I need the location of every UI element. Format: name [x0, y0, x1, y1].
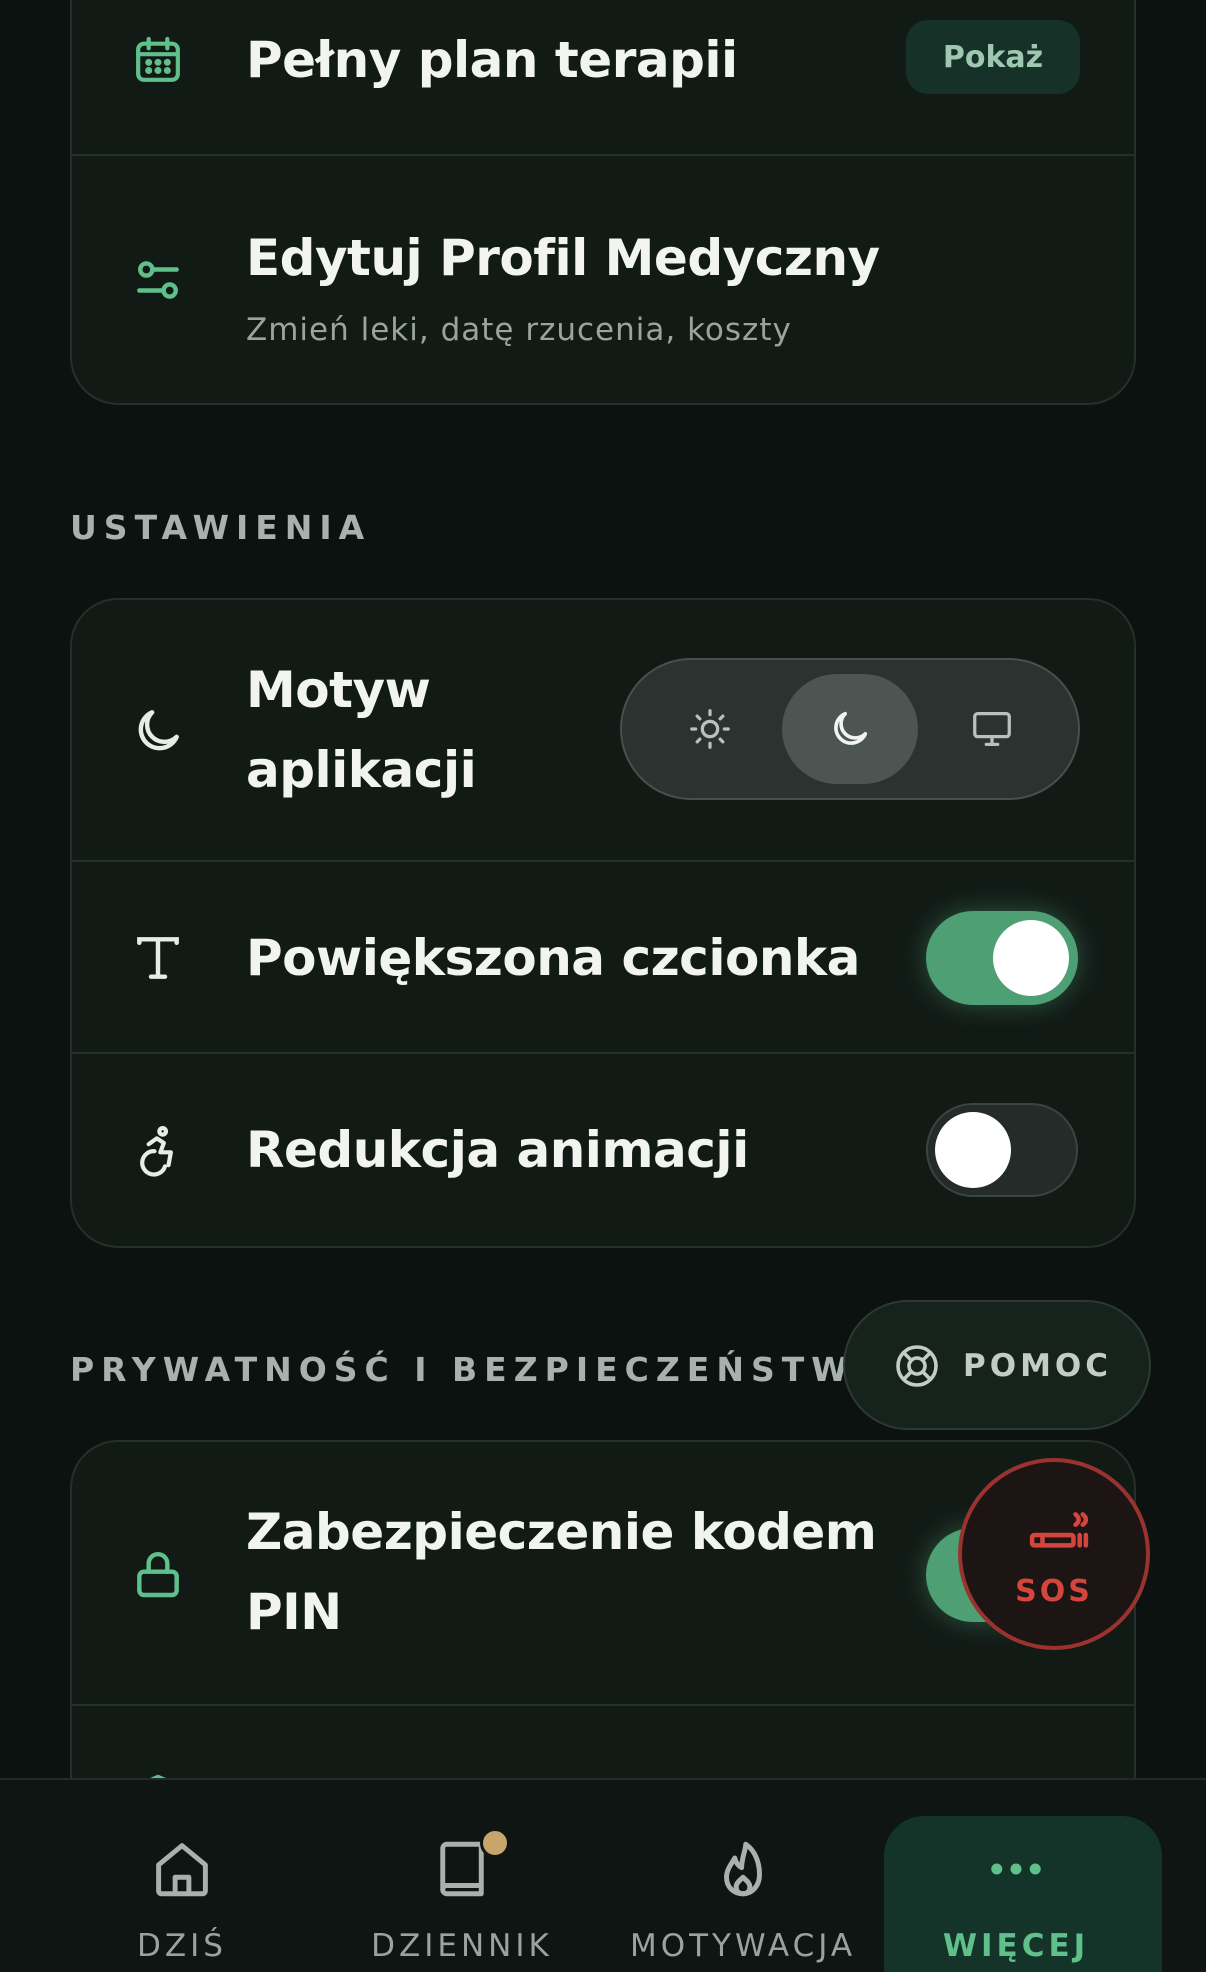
journal-notification-dot [480, 1828, 510, 1858]
reduce-motion-toggle[interactable] [926, 1103, 1078, 1197]
edit-profile-title: Edytuj Profil Medyczny [246, 229, 880, 287]
tab-more-label: WIĘCEJ [942, 1928, 1090, 1964]
tab-journal[interactable]: DZIENNIK [322, 1780, 602, 1972]
settings-card: Motyw aplikacji Powiększona czcionka Red… [70, 598, 1136, 1248]
help-button[interactable]: POMOC [843, 1300, 1151, 1430]
moon-icon [130, 703, 186, 759]
theme-system-option[interactable] [924, 674, 1060, 784]
bottom-nav: DZIŚ DZIENNIK MOTYWACJA WIĘCEJ [0, 1778, 1206, 1972]
tab-motivation-label: MOTYWACJA [629, 1928, 857, 1964]
reduce-motion-row[interactable]: Redukcja animacji [72, 1054, 1134, 1246]
home-icon [156, 1843, 208, 1897]
accessibility-icon [130, 1122, 186, 1178]
large-font-row[interactable]: Powiększona czcionka [72, 862, 1134, 1054]
full-plan-title: Pełny plan terapii [246, 31, 738, 89]
more-dots-icon [991, 1863, 1041, 1875]
large-font-label: Powiększona czcionka [246, 929, 860, 987]
lock-icon [130, 1546, 186, 1602]
text-size-icon [130, 930, 186, 986]
sliders-icon [130, 252, 186, 308]
cigarette-icon [1029, 1512, 1089, 1548]
moon-icon [834, 711, 868, 745]
more-screen: Pełny plan terapii Pokaż Edytuj Profil M… [0, 0, 1206, 1972]
full-plan-row[interactable]: Pełny plan terapii Pokaż [72, 0, 1134, 156]
theme-dark-option[interactable] [782, 674, 918, 784]
large-font-toggle[interactable] [926, 911, 1078, 1005]
therapy-card: Pełny plan terapii Pokaż Edytuj Profil M… [70, 0, 1136, 405]
flame-icon [724, 1841, 762, 1897]
theme-label-line1: Motyw [246, 661, 431, 719]
help-label: POMOC [963, 1348, 1113, 1384]
tab-more[interactable]: WIĘCEJ [876, 1780, 1162, 1972]
settings-section-label: USTAWIENIA [70, 508, 372, 547]
pin-label-line2: PIN [246, 1583, 342, 1641]
sos-button[interactable]: SOS [958, 1458, 1150, 1650]
sos-label: SOS [1015, 1574, 1093, 1609]
edit-profile-row[interactable]: Edytuj Profil Medyczny Zmień leki, datę … [72, 156, 1134, 403]
tab-journal-label: DZIENNIK [371, 1928, 553, 1964]
pin-label-line1: Zabezpieczenie kodem [246, 1503, 877, 1561]
calendar-icon [130, 32, 186, 88]
toggle-knob [935, 1112, 1011, 1188]
tab-today[interactable]: DZIŚ [42, 1780, 322, 1972]
tab-motivation[interactable]: MOTYWACJA [603, 1780, 883, 1972]
edit-profile-subtitle: Zmień leki, datę rzucenia, koszty [246, 312, 792, 348]
toggle-knob [993, 920, 1069, 996]
lifebuoy-icon [896, 1345, 938, 1387]
show-plan-button[interactable]: Pokaż [906, 20, 1080, 94]
theme-label-line2: aplikacji [246, 741, 477, 799]
reduce-motion-label: Redukcja animacji [246, 1121, 749, 1179]
privacy-section-label: PRYWATNOŚĆ I BEZPIECZEŃSTWO [70, 1350, 890, 1389]
tab-today-label: DZIŚ [137, 1928, 227, 1964]
theme-light-option[interactable] [642, 674, 778, 784]
sun-icon [690, 709, 730, 749]
theme-row: Motyw aplikacji [72, 600, 1134, 862]
monitor-icon [973, 712, 1011, 746]
theme-switcher [620, 658, 1080, 800]
